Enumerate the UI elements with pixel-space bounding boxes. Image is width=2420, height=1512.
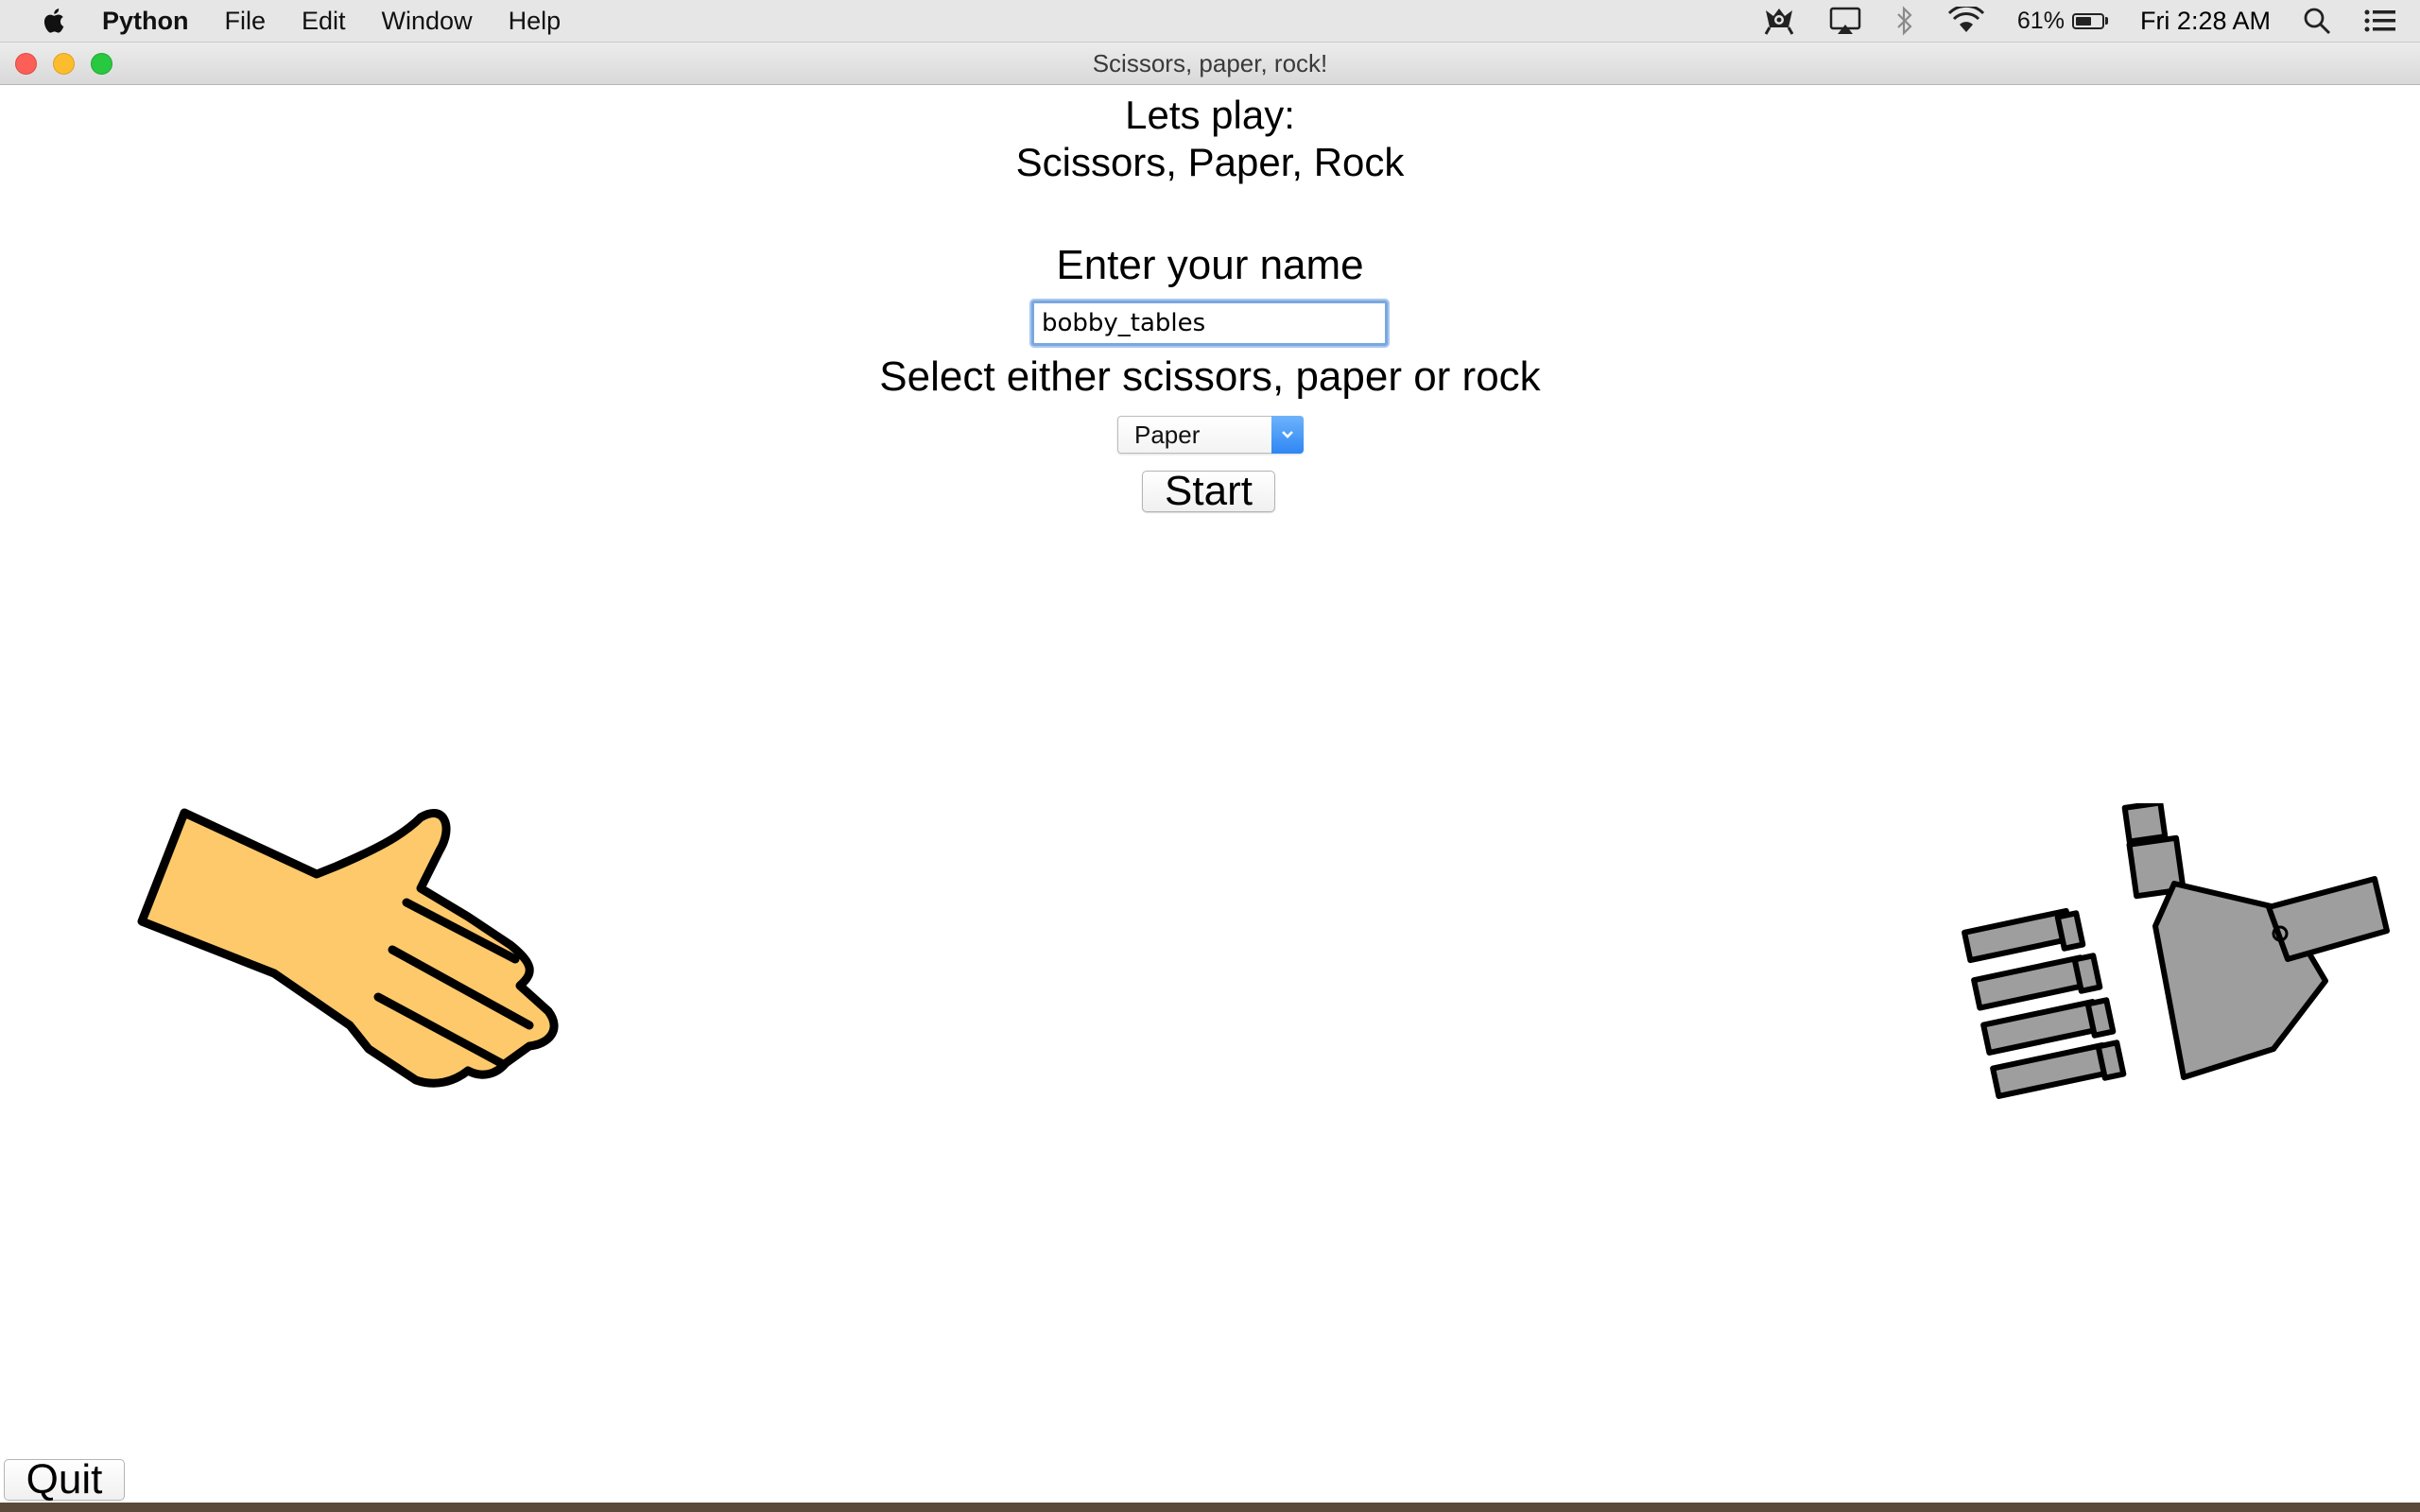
menu-edit[interactable]: Edit <box>302 7 346 36</box>
bluetooth-icon[interactable] <box>1894 6 1915 36</box>
choice-selected-value: Paper <box>1134 421 1201 449</box>
menu-bar: Python File Edit Window Help 61% Fri 2:2… <box>0 0 2420 43</box>
window-title: Scissors, paper, rock! <box>1092 49 1328 77</box>
menu-app-name[interactable]: Python <box>102 7 189 36</box>
menu-status-area: 61% Fri 2:28 AM <box>1762 0 2420 42</box>
wifi-icon[interactable] <box>1947 7 1985 35</box>
battery-level-fill <box>2075 16 2091 26</box>
notification-center-icon[interactable] <box>2363 8 2397 34</box>
heading-lets-play: Lets play: <box>1125 93 1295 137</box>
game-window-content: Lets play: Scissors, Paper, Rock Enter y… <box>0 85 2420 1503</box>
menu-window[interactable]: Window <box>382 7 473 36</box>
spotlight-search-icon[interactable] <box>2303 7 2331 35</box>
desktop-background-strip <box>0 1503 2420 1512</box>
robot-hand-image <box>1962 803 2390 1099</box>
battery-percent: 61% <box>2016 7 2065 34</box>
name-input[interactable] <box>1031 301 1388 346</box>
choice-label: Select either scissors, paper or rock <box>879 353 1541 400</box>
start-button[interactable]: Start <box>1142 471 1275 512</box>
menu-help[interactable]: Help <box>509 7 562 36</box>
menu-clock[interactable]: Fri 2:28 AM <box>2140 7 2271 36</box>
window-title-bar: Scissors, paper, rock! <box>0 43 2420 85</box>
chevron-down-icon[interactable] <box>1271 416 1304 454</box>
heading-game-name: Scissors, Paper, Rock <box>1015 140 1405 184</box>
battery-icon[interactable] <box>2071 12 2108 29</box>
quit-button[interactable]: Quit <box>4 1459 125 1501</box>
choice-select[interactable]: Paper <box>1117 416 1304 454</box>
airplay-icon[interactable] <box>1828 6 1862 36</box>
app-status-icon[interactable] <box>1762 5 1796 37</box>
name-label: Enter your name <box>1056 242 1364 288</box>
human-hand-image <box>137 808 559 1088</box>
menu-file[interactable]: File <box>225 7 267 36</box>
apple-icon[interactable] <box>36 5 74 37</box>
